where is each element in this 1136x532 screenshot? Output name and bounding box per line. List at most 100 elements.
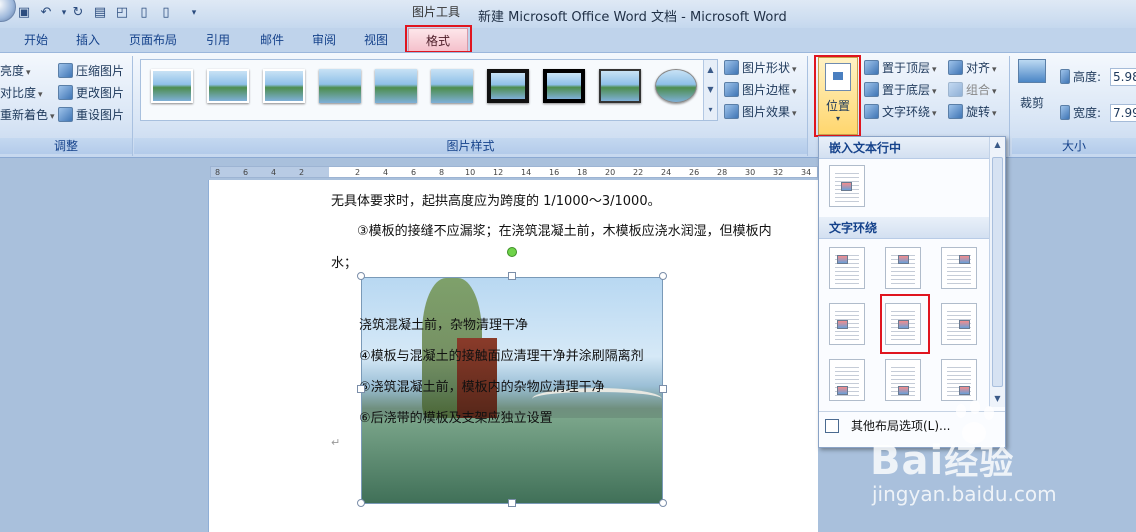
position-bottom-center-option[interactable] [885, 359, 921, 401]
tab-mailings[interactable]: 邮件 [250, 28, 294, 52]
brightness-button[interactable]: 亮度 ▾ [0, 61, 31, 81]
picture-border-button[interactable]: 图片边框 ▾ [724, 80, 797, 100]
ruler-tick: 16 [549, 168, 560, 177]
gallery-up-icon[interactable]: ▲ [704, 60, 717, 80]
resize-handle[interactable] [659, 385, 667, 393]
position-middle-right-option[interactable] [941, 303, 977, 345]
change-picture-button[interactable]: 更改图片 [58, 83, 124, 103]
recolor-button[interactable]: 重新着色 ▾ [0, 105, 55, 125]
resize-handle[interactable] [357, 499, 365, 507]
position-top-center-option[interactable] [885, 247, 921, 289]
style-thumbnail[interactable] [431, 69, 473, 103]
window-title: 新建 Microsoft Office Word 文档 - Microsoft … [478, 10, 787, 25]
open-document-icon[interactable]: ▯ [158, 5, 174, 21]
ruler-tick: 4 [383, 168, 389, 177]
picture-effects-button[interactable]: 图片效果 ▾ [724, 102, 797, 122]
save-icon[interactable]: ▣ [16, 5, 32, 21]
tab-home[interactable]: 开始 [14, 28, 58, 52]
gallery-down-icon[interactable]: ▼ [704, 80, 717, 100]
gallery-scrollbar[interactable]: ▲ ▼ ▾ [703, 60, 717, 120]
picture-styles-gallery[interactable]: ▲ ▼ ▾ [140, 59, 718, 121]
style-thumbnail[interactable] [207, 69, 249, 103]
text-wrapping-button[interactable]: 文字环绕 ▾ [864, 102, 937, 122]
rotate-button[interactable]: 旋转 ▾ [948, 102, 997, 122]
resize-handle[interactable] [659, 499, 667, 507]
resize-handle[interactable] [659, 272, 667, 280]
ruler-tick: 6 [243, 168, 249, 177]
adjust-group-label: 调整 [0, 138, 132, 154]
style-thumbnail[interactable] [487, 69, 529, 103]
ruler-tick: 18 [577, 168, 588, 177]
undo-icon[interactable]: ↶ [38, 5, 54, 21]
position-bottom-right-option[interactable] [941, 359, 977, 401]
resize-handle[interactable] [508, 272, 516, 280]
tab-review[interactable]: 审阅 [302, 28, 346, 52]
style-thumbnail[interactable] [655, 69, 697, 103]
gallery-more-icon[interactable]: ▾ [704, 100, 717, 120]
crop-icon[interactable] [1018, 59, 1046, 83]
compress-pictures-button[interactable]: 压缩图片 [58, 61, 124, 81]
rotate-icon [948, 104, 963, 119]
ruler-tick: 4 [271, 168, 277, 177]
style-thumbnail[interactable] [319, 69, 361, 103]
ruler-tick: 2 [299, 168, 305, 177]
effects-icon [724, 104, 739, 119]
resize-handle[interactable] [357, 272, 365, 280]
print-preview-icon[interactable]: ◰ [114, 5, 130, 21]
tab-insert[interactable]: 插入 [66, 28, 110, 52]
scroll-up-icon[interactable]: ▲ [990, 137, 1005, 153]
text-wrap-icon [864, 104, 879, 119]
style-thumbnail[interactable] [543, 69, 585, 103]
align-button[interactable]: 对齐 ▾ [948, 58, 997, 78]
reset-picture-icon [58, 107, 73, 122]
tab-view[interactable]: 视图 [354, 28, 398, 52]
ruler-tick: 26 [689, 168, 700, 177]
height-input[interactable]: 5.98 [1110, 68, 1136, 86]
dropdown-scrollbar[interactable]: ▲ ▼ [989, 137, 1005, 407]
ribbon-tabs: 开始 插入 页面布局 引用 邮件 审阅 视图 格式 [0, 28, 1136, 52]
position-inline-option[interactable] [829, 165, 865, 207]
position-top-right-option[interactable] [941, 247, 977, 289]
width-label: 宽度: [1060, 103, 1101, 123]
group-button[interactable]: 组合 ▾ [948, 80, 997, 100]
overlay-text-line: ⑤浇筑混凝土前，模板内的杂物应清理干净 [359, 380, 605, 395]
bring-to-front-button[interactable]: 置于顶层 ▾ [864, 58, 937, 78]
document-page[interactable]: 无具体要求时，起拱高度应为跨度的 1/1000～3/1000。 ③模板的接缝不应… [208, 180, 818, 532]
align-icon [948, 60, 963, 75]
reset-picture-button[interactable]: 重设图片 [58, 105, 124, 125]
style-thumbnail[interactable] [151, 69, 193, 103]
picture-shape-button[interactable]: 图片形状 ▾ [724, 58, 797, 78]
customize-toolbar-icon[interactable]: ▾ [186, 5, 202, 21]
position-middle-left-option[interactable] [829, 303, 865, 345]
crop-button[interactable]: 裁剪 [1020, 93, 1044, 113]
position-top-left-option[interactable] [829, 247, 865, 289]
ruler-left-margin [211, 167, 329, 177]
position-bottom-left-option[interactable] [829, 359, 865, 401]
office-button[interactable] [0, 0, 16, 22]
contrast-button[interactable]: 对比度 ▾ [0, 83, 43, 103]
ruler-tick: 28 [717, 168, 728, 177]
scroll-thumb[interactable] [992, 157, 1003, 387]
border-icon [724, 82, 739, 97]
resize-handle[interactable] [508, 499, 516, 507]
width-input[interactable]: 7.99 [1110, 104, 1136, 122]
watermark-brand: Bai经验 [870, 438, 1015, 484]
horizontal-ruler[interactable]: 8 6 4 2 2 4 6 8 10 12 14 16 18 20 22 24 … [210, 166, 818, 178]
ruler-tick: 6 [411, 168, 417, 177]
style-thumbnail[interactable] [599, 69, 641, 103]
tab-references[interactable]: 引用 [196, 28, 240, 52]
send-to-back-button[interactable]: 置于底层 ▾ [864, 80, 937, 100]
ruler-tick: 20 [605, 168, 616, 177]
ruler-tick: 30 [745, 168, 756, 177]
rotate-handle[interactable] [507, 247, 517, 257]
resize-handle[interactable] [357, 385, 365, 393]
redo-icon[interactable]: ↻ [70, 5, 86, 21]
print-icon[interactable]: ▤ [92, 5, 108, 21]
overlay-text-line: ④模板与混凝土的接触面应清理干净并涂刷隔离剂 [359, 349, 644, 364]
picture-styles-group-label: 图片样式 [134, 138, 807, 154]
style-thumbnail[interactable] [263, 69, 305, 103]
new-document-icon[interactable]: ▯ [136, 5, 152, 21]
style-thumbnail[interactable] [375, 69, 417, 103]
tab-page-layout[interactable]: 页面布局 [120, 28, 186, 52]
group-icon [948, 82, 963, 97]
